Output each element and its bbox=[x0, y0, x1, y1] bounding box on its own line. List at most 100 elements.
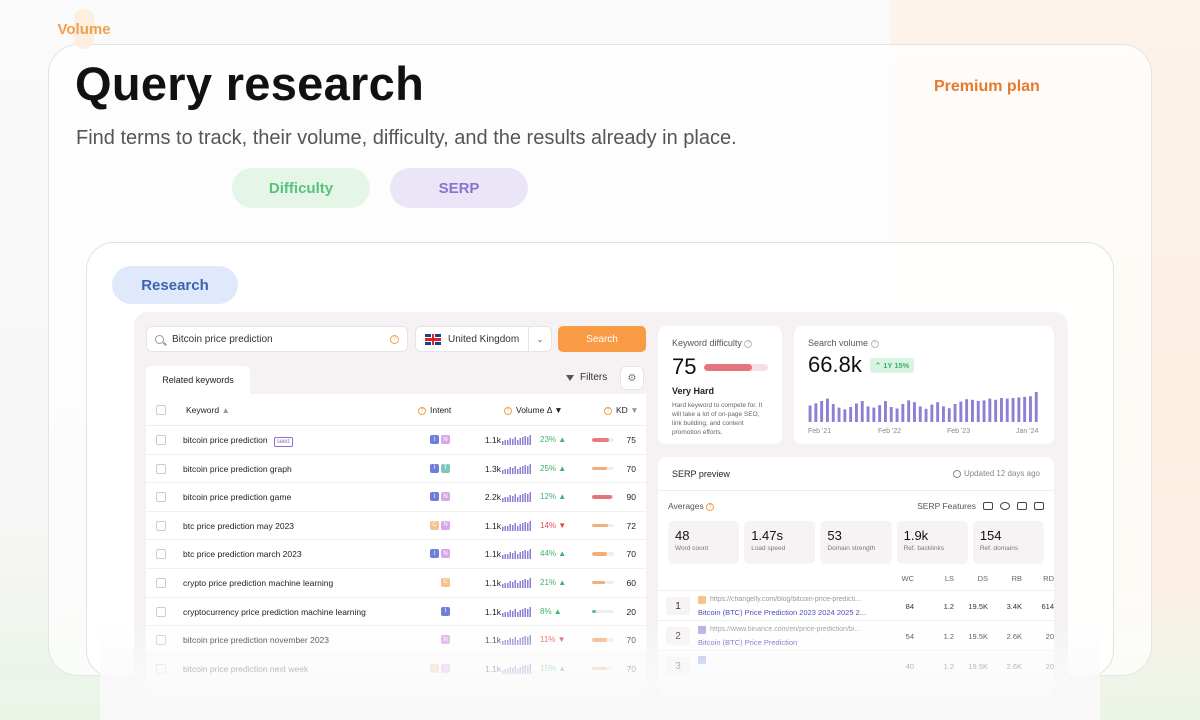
volume-delta: 21% ▲ bbox=[540, 577, 567, 587]
table-row[interactable]: bitcoin price prediction seed I N 1.1k 23% ▲ 7… bbox=[146, 426, 646, 455]
serp-result-row[interactable]: 3 40 1.2 19.5K 2.6K 20 bbox=[658, 650, 1054, 680]
serp-preview-card: SERP preview Updated 12 days ago Average… bbox=[658, 457, 1054, 696]
result-metric: 1.2 bbox=[943, 632, 954, 641]
help-icon[interactable]: ? bbox=[390, 334, 399, 344]
keyword-cell[interactable]: bitcoin price prediction november 2023 bbox=[183, 635, 329, 645]
sitelinks-icon[interactable] bbox=[983, 502, 993, 510]
country-select[interactable]: United Kingdom ⌄ bbox=[415, 326, 552, 352]
averages-label: Averages ? bbox=[668, 501, 718, 511]
volume-bar bbox=[831, 404, 835, 422]
table-row[interactable]: crypto price prediction machine learning… bbox=[146, 569, 646, 598]
kd-bar bbox=[592, 466, 614, 471]
result-title[interactable]: Bitcoin (BTC) Price Prediction 2023 2024… bbox=[698, 608, 888, 617]
row-checkbox[interactable] bbox=[156, 520, 166, 531]
volume-axis-label: Jan '24 bbox=[1016, 428, 1038, 434]
result-metric: 1.2 bbox=[943, 602, 954, 611]
intent-badges: C bbox=[441, 577, 450, 587]
link-icon[interactable] bbox=[1000, 502, 1010, 510]
stat-label: Load speed bbox=[751, 545, 786, 552]
keyword-cell[interactable]: crypto price prediction machine learning bbox=[183, 578, 333, 588]
volume-history-chart: Feb '21 Feb '22 Feb '23 Jan '24 bbox=[808, 392, 1038, 434]
kd-rating: Very Hard bbox=[672, 386, 715, 396]
volume-bar bbox=[860, 401, 864, 422]
keyword-cell[interactable]: cryptocurrency price prediction machine … bbox=[183, 607, 366, 617]
volume-bar bbox=[1034, 392, 1038, 422]
kd-bar bbox=[592, 438, 614, 442]
result-metric: 20 bbox=[1045, 632, 1054, 641]
intent-badge: I bbox=[430, 435, 439, 444]
keyword-cell[interactable]: btc price prediction may 2023 bbox=[183, 521, 294, 531]
table-row[interactable]: btc price prediction march 2023 I N 1.1k 44%… bbox=[146, 540, 646, 569]
kd-bar bbox=[592, 495, 614, 499]
kd-value: 75 bbox=[672, 354, 697, 379]
table-header: Keyword ▲ ? Intent ? Volume Δ ▼ ? KD ▼ bbox=[146, 394, 646, 426]
result-rank: 1 bbox=[666, 597, 690, 615]
volume-bar bbox=[837, 407, 841, 422]
image-icon[interactable] bbox=[1017, 502, 1027, 510]
tab-related-keywords[interactable]: Related keywords bbox=[146, 366, 250, 394]
col-intent[interactable]: ? Intent bbox=[418, 405, 451, 415]
volume-cell: 1.1k bbox=[484, 577, 501, 588]
col-keyword[interactable]: Keyword ▲ bbox=[186, 405, 230, 415]
row-checkbox[interactable] bbox=[156, 435, 166, 445]
keyword-cell[interactable]: bitcoin price prediction graph bbox=[183, 464, 292, 474]
page-title: Query research bbox=[75, 57, 425, 110]
volume-bar bbox=[913, 402, 916, 422]
keyword-search-input[interactable]: Bitcoin price prediction ? bbox=[146, 326, 408, 352]
kd-bar bbox=[592, 580, 614, 585]
filters-label: Filters bbox=[580, 372, 608, 383]
table-row[interactable]: bitcoin price prediction november 2023 N 1… bbox=[146, 626, 646, 655]
row-checkbox[interactable] bbox=[156, 606, 166, 617]
row-checkbox[interactable] bbox=[156, 549, 166, 560]
row-checkbox[interactable] bbox=[156, 663, 166, 674]
row-checkbox[interactable] bbox=[156, 492, 166, 503]
volume-bar bbox=[959, 401, 963, 422]
table-row[interactable]: cryptocurrency price prediction machine … bbox=[146, 598, 646, 627]
result-metric: 2.6K bbox=[1006, 632, 1022, 641]
table-row[interactable]: btc price prediction may 2023 C N 1.1k 14% ▼… bbox=[146, 512, 646, 541]
kd-cell: 20 bbox=[626, 606, 636, 617]
result-metric: 614 bbox=[1041, 602, 1054, 611]
serp-features: SERP Features bbox=[917, 501, 1044, 511]
search-button[interactable]: Search bbox=[558, 326, 646, 352]
result-metric: 2.6K bbox=[1006, 662, 1022, 671]
info-icon: ? bbox=[870, 339, 879, 348]
serp-result-row[interactable]: 1 https://changelly.com/blog/bitcoin-pric… bbox=[658, 590, 1054, 620]
intent-badge: N bbox=[441, 549, 450, 559]
keyword-cell[interactable]: bitcoin price prediction next week bbox=[183, 664, 308, 674]
serp-pill: SERP bbox=[390, 168, 528, 208]
volume-bar bbox=[930, 404, 934, 422]
table-row[interactable]: bitcoin price prediction next week C N 1.1k… bbox=[146, 655, 646, 684]
row-checkbox[interactable] bbox=[156, 463, 166, 474]
result-metric: 40 bbox=[905, 662, 914, 671]
col-volume[interactable]: ? Volume Δ ▼ bbox=[504, 405, 563, 415]
info-icon: ? bbox=[418, 406, 426, 415]
volume-bar bbox=[982, 400, 986, 422]
result-url[interactable]: https://changelly.com/blog/bitcoin-price… bbox=[710, 596, 886, 603]
filters-button[interactable]: Filters bbox=[566, 372, 607, 383]
settings-button[interactable]: ⚙ bbox=[620, 366, 644, 390]
select-all-checkbox[interactable] bbox=[156, 405, 166, 415]
result-url[interactable]: https://www.binance.com/en/price-predict… bbox=[710, 626, 886, 633]
result-metric: 54 bbox=[905, 632, 914, 641]
keyword-cell[interactable]: bitcoin price prediction seed bbox=[183, 435, 293, 447]
volume-cell: 2.2k bbox=[484, 492, 501, 503]
row-checkbox[interactable] bbox=[156, 635, 166, 646]
volume-sparkline bbox=[502, 549, 531, 560]
serp-stat: 48 Word count bbox=[668, 521, 740, 564]
volume-sparkline bbox=[502, 635, 531, 646]
serp-result-row[interactable]: 2 https://www.binance.com/en/price-predic… bbox=[658, 620, 1054, 650]
video-icon[interactable] bbox=[1034, 502, 1044, 510]
stat-label: Ref. domains bbox=[979, 545, 1019, 552]
volume-delta: 11% ▼ bbox=[540, 635, 566, 645]
keyword-cell[interactable]: btc price prediction march 2023 bbox=[183, 549, 302, 559]
result-title[interactable]: Bitcoin (BTC) Price Prediction bbox=[698, 638, 888, 647]
keyword-cell[interactable]: bitcoin price prediction game bbox=[183, 492, 291, 502]
table-row[interactable]: bitcoin price prediction game I N 2.2k 12% ▲… bbox=[146, 483, 646, 512]
row-checkbox[interactable] bbox=[156, 577, 166, 588]
col-kd[interactable]: ? KD ▼ bbox=[604, 405, 639, 415]
volume-sparkline bbox=[502, 606, 531, 617]
table-row[interactable]: bitcoin price prediction graph I T 1.3k 25% … bbox=[146, 455, 646, 484]
updated-label: Updated 12 days ago bbox=[952, 469, 1040, 478]
sv-value: 66.8k bbox=[808, 352, 862, 377]
